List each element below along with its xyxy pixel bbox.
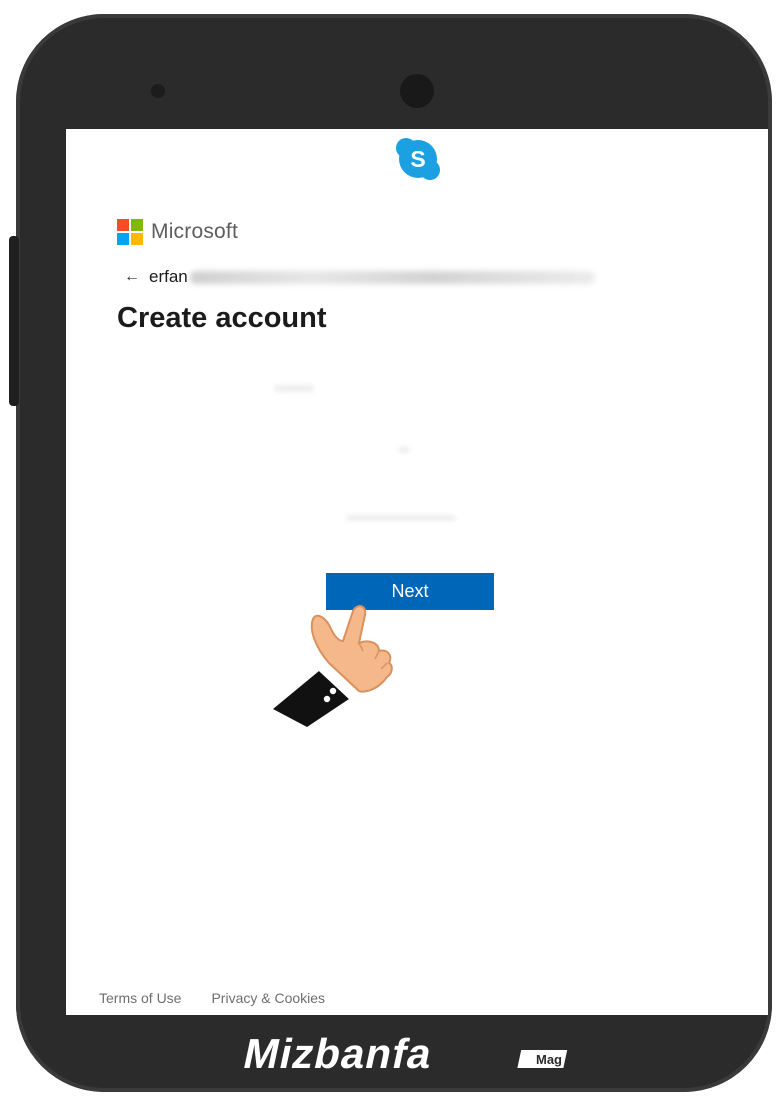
microsoft-logo-icon [117,219,143,245]
phone-frame: S Microsoft ← erfan Create account Next [16,14,772,1092]
redacted-text [274,385,314,392]
microsoft-brand: Microsoft [117,219,238,245]
redacted-text [346,515,456,521]
side-button [9,236,19,406]
speaker-dot [151,84,165,98]
arrow-left-icon[interactable]: ← [124,268,140,286]
identity-email: erfan [149,267,188,286]
page-title: Create account [117,302,327,334]
front-camera [400,74,434,108]
phone-screen: S Microsoft ← erfan Create account Next [66,129,768,1015]
pointing-hand-icon [273,605,393,727]
watermark-text: Mizbanfa [239,1030,437,1076]
footer-links: Terms of Use Privacy & Cookies [99,990,325,1006]
watermark-logo: Mizbanfa Mag [239,1030,568,1077]
microsoft-wordmark: Microsoft [151,220,238,243]
watermark-tag: Mag [536,1052,562,1067]
privacy-cookies-link[interactable]: Privacy & Cookies [211,990,325,1006]
skype-letter: S [410,146,425,172]
redacted-text [398,447,410,453]
identity-banner: ← erfan [124,267,595,287]
identity-email-redacted [189,270,595,284]
terms-of-use-link[interactable]: Terms of Use [99,990,181,1006]
skype-icon: S [396,138,440,180]
